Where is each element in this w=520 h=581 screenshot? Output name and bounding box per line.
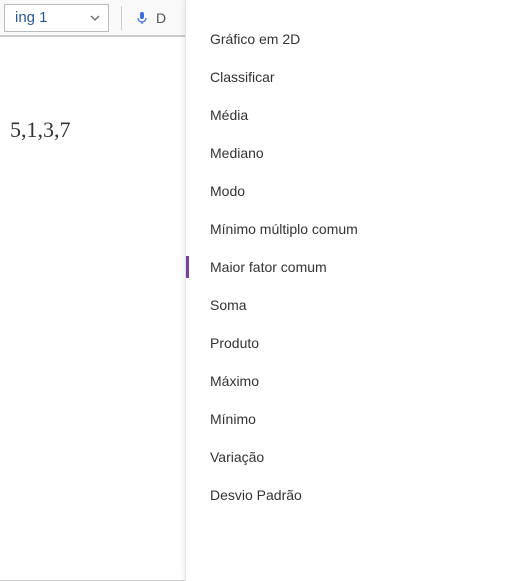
menu-item-grafico-2d[interactable]: Gráfico em 2D [186, 20, 520, 58]
menu-item-minimo[interactable]: Mínimo [186, 400, 520, 438]
style-dropdown-label: ing 1 [15, 9, 88, 26]
menu-item-label: Máximo [210, 373, 259, 389]
menu-item-label: Maior fator comum [210, 259, 327, 275]
menu-item-modo[interactable]: Modo [186, 172, 520, 210]
menu-item-soma[interactable]: Soma [186, 286, 520, 324]
menu-item-label: Modo [210, 183, 245, 199]
menu-item-mediano[interactable]: Mediano [186, 134, 520, 172]
menu-item-classificar[interactable]: Classificar [186, 58, 520, 96]
menu-item-label: Produto [210, 335, 259, 351]
menu-item-label: Soma [210, 297, 247, 313]
dictate-label: D [156, 10, 166, 26]
menu-item-label: Média [210, 107, 248, 123]
menu-item-mmc[interactable]: Mínimo múltiplo comum [186, 210, 520, 248]
menu-item-label: Classificar [210, 69, 275, 85]
menu-item-mdc[interactable]: Maior fator comum [186, 248, 520, 286]
menu-item-produto[interactable]: Produto [186, 324, 520, 362]
menu-item-label: Desvio Padrão [210, 487, 302, 503]
dictate-button[interactable]: D [128, 4, 172, 32]
menu-item-media[interactable]: Média [186, 96, 520, 134]
menu-item-label: Mediano [210, 145, 264, 161]
document-page[interactable]: 5,1,3,7 [0, 36, 195, 581]
style-dropdown[interactable]: ing 1 [4, 4, 109, 32]
menu-item-maximo[interactable]: Máximo [186, 362, 520, 400]
math-actions-menu: Gráfico em 2D Classificar Média Mediano … [185, 0, 520, 581]
microphone-icon [134, 10, 150, 26]
document-content[interactable]: 5,1,3,7 [10, 117, 189, 143]
menu-item-label: Variação [210, 449, 264, 465]
menu-item-label: Mínimo [210, 411, 256, 427]
menu-item-label: Gráfico em 2D [210, 31, 300, 47]
menu-item-variacao[interactable]: Variação [186, 438, 520, 476]
menu-item-desvio-padrao[interactable]: Desvio Padrão [186, 476, 520, 514]
toolbar-separator [121, 6, 122, 30]
chevron-down-icon [88, 11, 102, 25]
menu-item-label: Mínimo múltiplo comum [210, 221, 358, 237]
